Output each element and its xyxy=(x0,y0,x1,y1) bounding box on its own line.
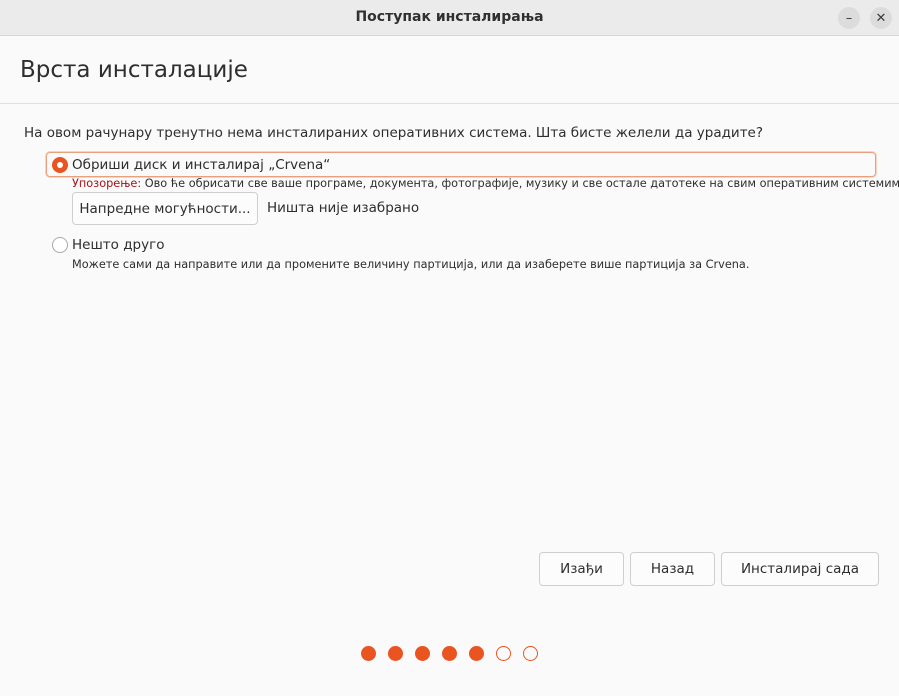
erase-disk-warning: Упозорење: Ово ће обрисати све ваше прог… xyxy=(72,177,899,190)
erase-disk-radio[interactable] xyxy=(52,157,68,173)
quit-button[interactable]: Изађи xyxy=(539,552,624,586)
close-button[interactable]: ✕ xyxy=(870,7,892,29)
back-button[interactable]: Назад xyxy=(630,552,715,586)
window-title: Поступак инсталирања xyxy=(355,9,544,25)
window-titlebar: Поступак инсталирања – ✕ xyxy=(0,0,899,36)
progress-dot xyxy=(361,646,376,661)
header-divider xyxy=(0,103,899,104)
minimize-icon: – xyxy=(845,10,853,26)
something-else-label[interactable]: Нешто друго xyxy=(72,237,164,253)
warning-text: Ово ће обрисати све ваше програме, докум… xyxy=(141,177,899,190)
progress-dot xyxy=(442,646,457,661)
progress-dot xyxy=(388,646,403,661)
progress-dot xyxy=(415,646,430,661)
advanced-status-text: Ништа није изабрано xyxy=(267,200,420,216)
something-else-radio[interactable] xyxy=(52,237,68,253)
advanced-features-button[interactable]: Напредне могућности... xyxy=(72,192,258,225)
something-else-description: Можете сами да направите или да променит… xyxy=(72,258,750,271)
progress-dot xyxy=(469,646,484,661)
warning-prefix: Упозорење: xyxy=(72,177,142,190)
minimize-button[interactable]: – xyxy=(838,7,860,29)
progress-dot xyxy=(523,646,538,661)
progress-dot xyxy=(496,646,511,661)
install-now-button[interactable]: Инсталирај сада xyxy=(721,552,879,586)
close-icon: ✕ xyxy=(875,10,887,26)
page-title: Врста инсталације xyxy=(20,57,248,83)
erase-disk-label[interactable]: Обриши диск и инсталирај „Crvena“ xyxy=(72,157,330,173)
installation-question: На овом рачунару тренутно нема инсталира… xyxy=(24,125,764,141)
